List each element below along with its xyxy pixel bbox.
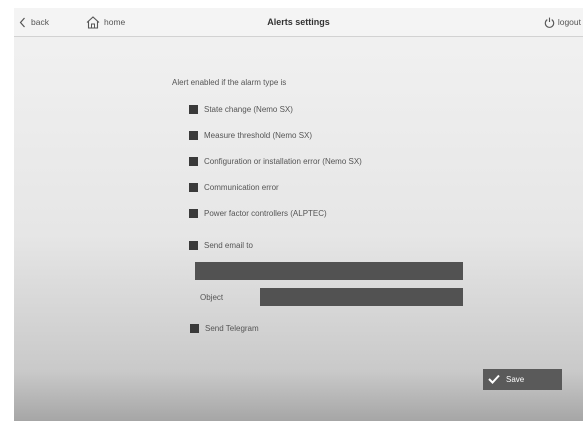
state-change-checkbox[interactable] — [189, 104, 198, 114]
object-label: Object — [200, 293, 224, 302]
communication-error-checkbox[interactable] — [189, 182, 198, 192]
page-title: Alerts settings — [267, 17, 330, 27]
send-telegram-label: Send Telegram — [205, 323, 259, 333]
option-label: State change (Nemo SX) — [204, 104, 293, 114]
option-label: Communication error — [204, 182, 279, 192]
option-send-email[interactable]: Send email to — [189, 240, 253, 250]
send-telegram-checkbox[interactable] — [190, 323, 199, 333]
send-email-checkbox[interactable] — [189, 240, 198, 250]
top-bar: back home Alerts settings logout — [14, 8, 583, 37]
app-screen: back home Alerts settings logout Alert e… — [14, 8, 583, 421]
option-configuration-error[interactable]: Configuration or installation error (Nem… — [189, 156, 362, 166]
option-send-telegram[interactable]: Send Telegram — [190, 323, 259, 333]
configuration-error-checkbox[interactable] — [189, 156, 198, 166]
option-label: Power factor controllers (ALPTEC) — [204, 208, 327, 218]
send-email-label: Send email to — [204, 240, 253, 250]
checkmark-icon — [488, 374, 506, 386]
logout-button[interactable]: logout — [544, 8, 581, 36]
option-measure-threshold[interactable]: Measure threshold (Nemo SX) — [189, 130, 312, 140]
measure-threshold-checkbox[interactable] — [189, 130, 198, 140]
option-power-factor[interactable]: Power factor controllers (ALPTEC) — [189, 208, 327, 218]
email-field[interactable] — [195, 262, 463, 280]
option-label: Measure threshold (Nemo SX) — [204, 130, 313, 140]
alert-intro-text: Alert enabled if the alarm type is — [172, 78, 287, 87]
logout-label: logout — [557, 17, 581, 27]
save-label: Save — [506, 375, 525, 384]
save-button[interactable]: Save — [483, 369, 562, 390]
power-factor-checkbox[interactable] — [189, 208, 198, 218]
option-communication-error[interactable]: Communication error — [189, 182, 279, 192]
option-state-change[interactable]: State change (Nemo SX) — [189, 104, 293, 114]
object-field[interactable] — [260, 288, 463, 306]
option-label: Configuration or installation error (Nem… — [204, 156, 362, 166]
power-icon — [544, 17, 555, 28]
